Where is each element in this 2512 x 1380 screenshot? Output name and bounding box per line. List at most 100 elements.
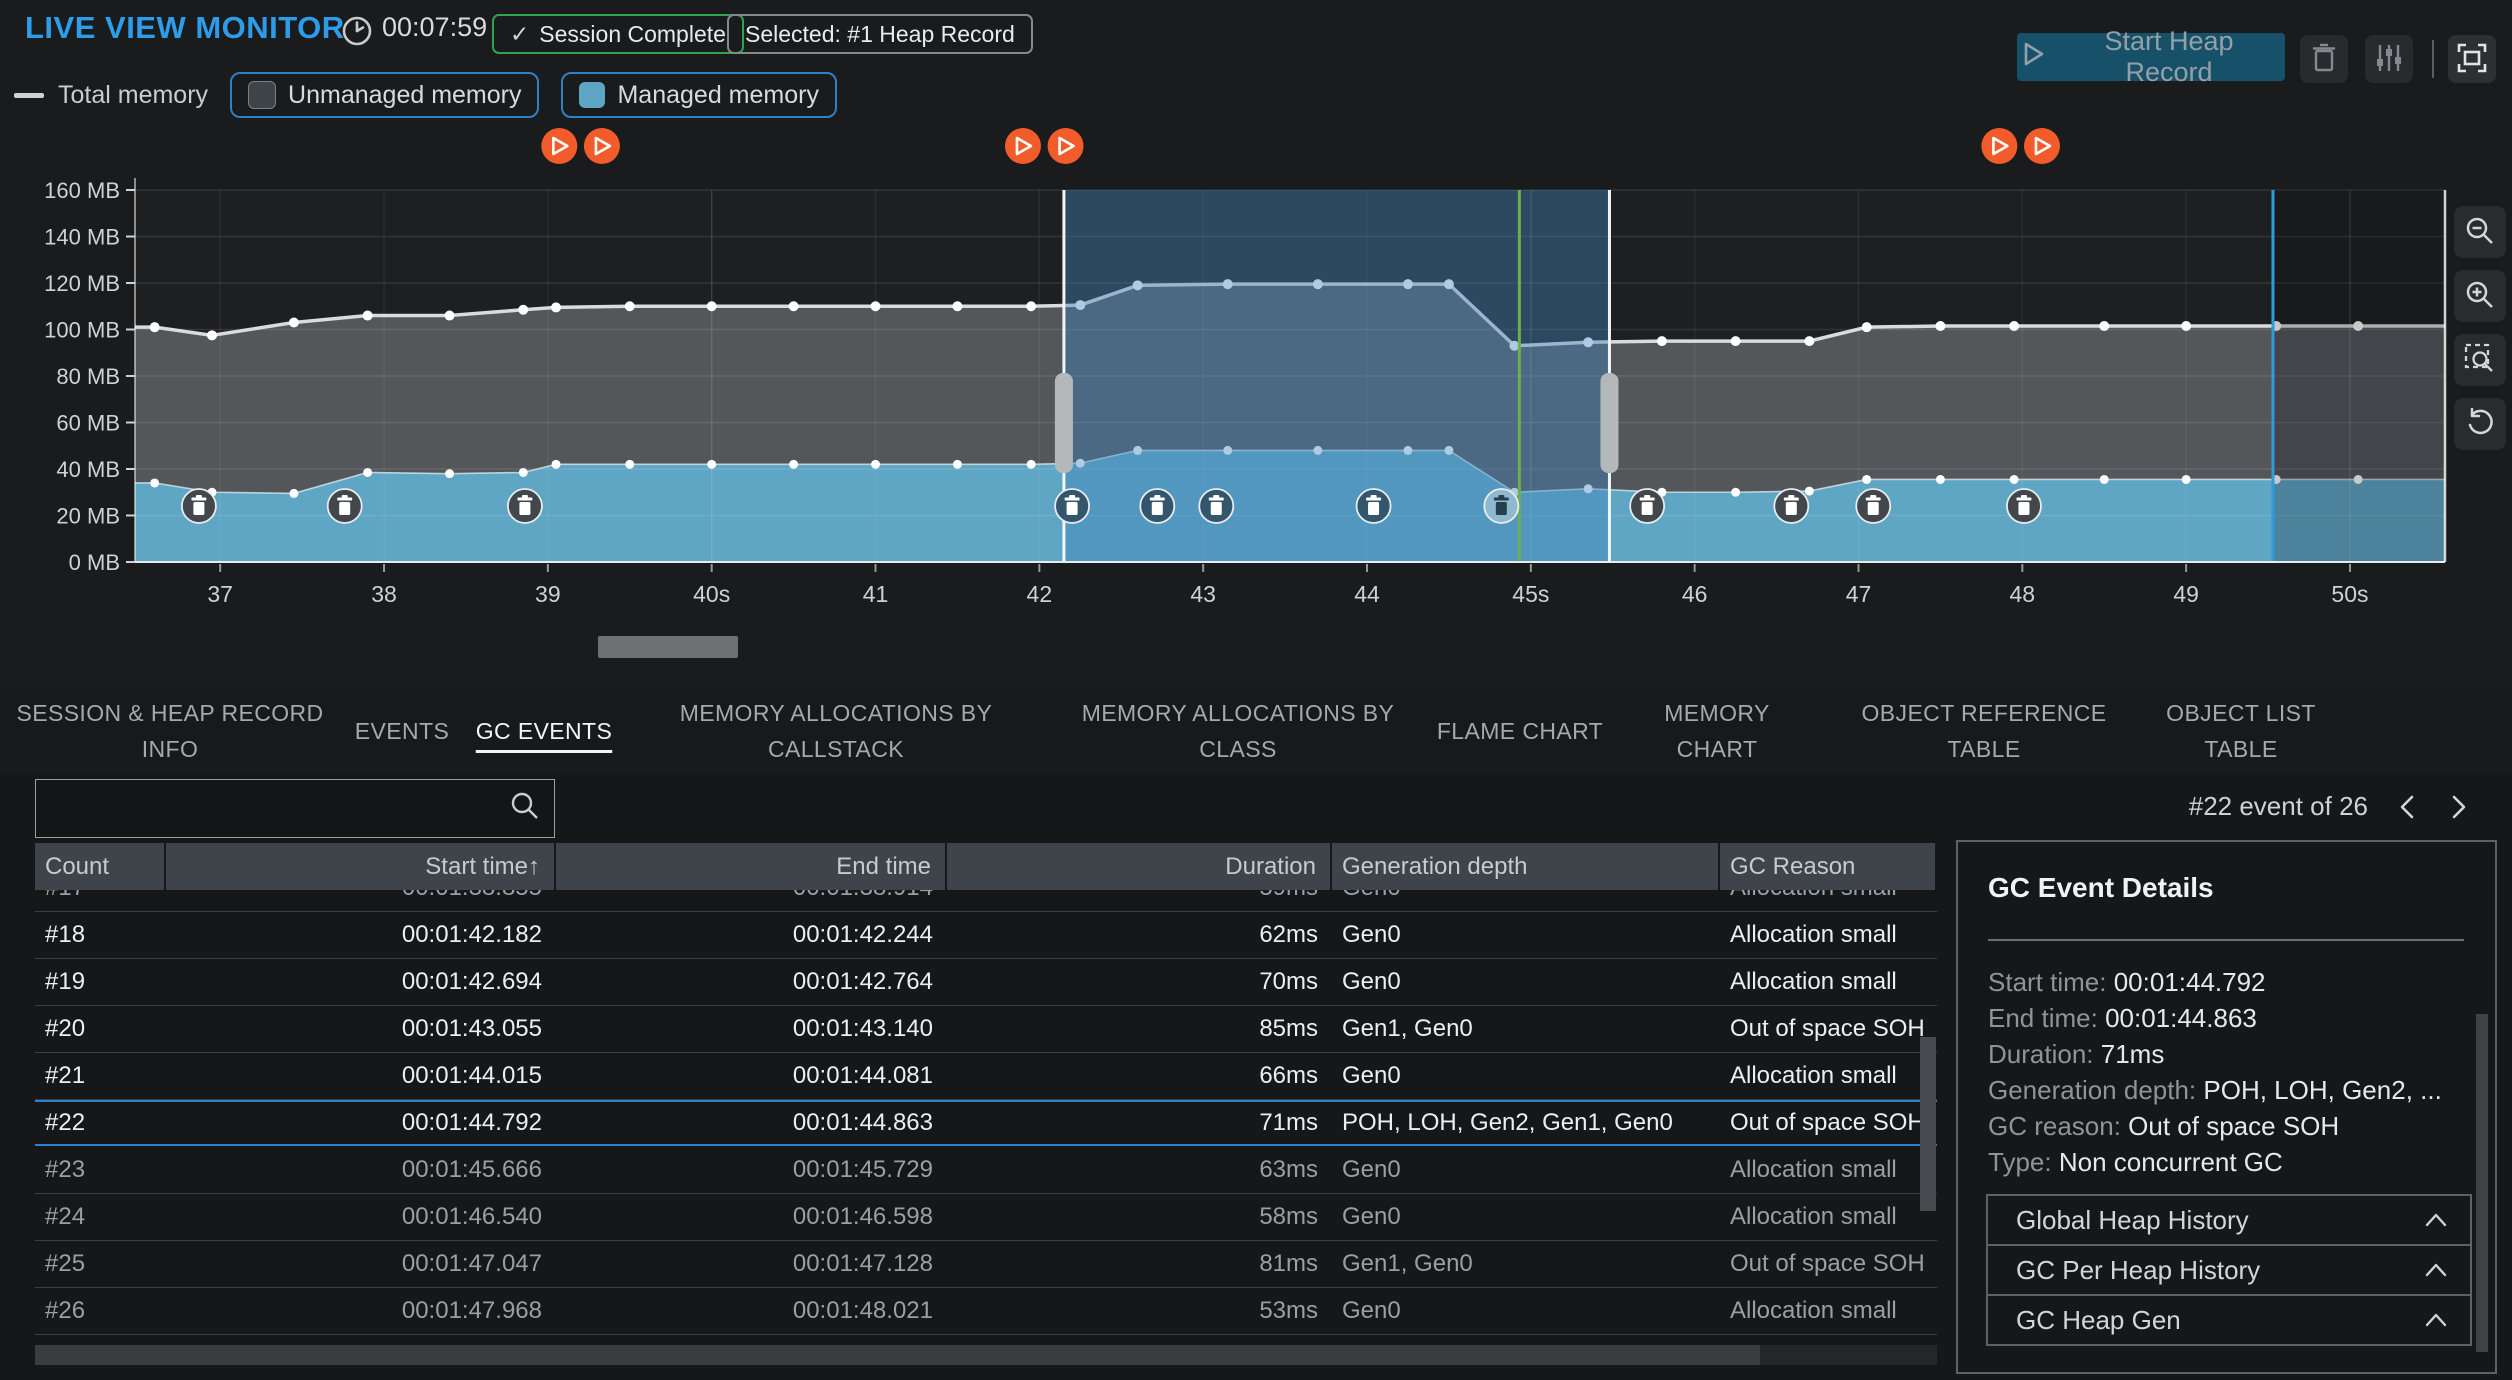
y-axis-label: 20 MB — [56, 504, 120, 529]
previous-event-button[interactable] — [2394, 792, 2420, 822]
detail-field-end-time-: End time: 00:01:44.863 — [1988, 1004, 2442, 1032]
x-axis-label: 43 — [1190, 581, 1216, 607]
chevron-up-icon — [2424, 1211, 2448, 1229]
tab-memory-chart[interactable]: MEMORY CHART — [1622, 690, 1812, 774]
detail-field-duration-: Duration: 71ms — [1988, 1040, 2442, 1068]
table-row-gc-event-17[interactable]: #1700:01:38.85500:01:38.91459msGen0Alloc… — [35, 890, 1937, 912]
gc-event-marker[interactable] — [182, 489, 216, 523]
reset-zoom-icon — [2464, 407, 2496, 442]
details-divider — [1988, 939, 2464, 941]
tab-session-heap-record-info[interactable]: SESSION & HEAP RECORD INFO — [10, 690, 330, 774]
gc-event-marker[interactable] — [1140, 489, 1174, 523]
table-row-gc-event-18[interactable]: #1800:01:42.18200:01:42.24462msGen0Alloc… — [35, 912, 1937, 959]
gc-event-marker-selected[interactable] — [1484, 489, 1518, 523]
x-axis-label: 49 — [2173, 581, 2199, 607]
gc-event-marker[interactable] — [1199, 489, 1233, 523]
session-complete-badge: ✓ Session Complete — [492, 14, 744, 54]
table-horizontal-scrollbar-thumb[interactable] — [35, 1345, 1760, 1365]
gc-event-marker[interactable] — [1856, 489, 1890, 523]
y-axis-label: 100 MB — [44, 318, 120, 343]
details-vertical-scrollbar-thumb[interactable] — [2476, 1014, 2488, 1352]
fullscreen-button[interactable] — [2448, 35, 2496, 83]
table-body: #1700:01:38.85500:01:38.91459msGen0Alloc… — [35, 890, 1937, 1337]
gc-event-marker[interactable] — [328, 489, 362, 523]
table-row-gc-event-20[interactable]: #2000:01:43.05500:01:43.14085msGen1, Gen… — [35, 1006, 1937, 1053]
tab-memory-allocations-by-class[interactable]: MEMORY ALLOCATIONS BY CLASS — [1058, 690, 1418, 774]
table-row-gc-event-22[interactable]: #2200:01:44.79200:01:44.86371msPOH, LOH,… — [35, 1100, 1937, 1147]
chart-horizontal-scrollbar-thumb[interactable] — [598, 636, 738, 658]
memory-timeline-chart[interactable]: 160 MB140 MB120 MB100 MB80 MB60 MB40 MB2… — [0, 115, 2512, 670]
zoom-out-button[interactable] — [2454, 206, 2506, 258]
legend-toggle-managed-memory[interactable]: Managed memory — [561, 72, 836, 118]
table-row-gc-event-26[interactable]: #2600:01:47.96800:01:48.02153msGen0Alloc… — [35, 1288, 1937, 1335]
tab-gc-events[interactable]: GC EVENTS — [474, 690, 614, 774]
table-row-gc-event-25[interactable]: #2500:01:47.04700:01:47.12881msGen1, Gen… — [35, 1241, 1937, 1288]
detail-field-type-: Type: Non concurrent GC — [1988, 1148, 2442, 1176]
gc-events-panel: #22 event of 26 CountStart time ↑End tim… — [0, 775, 2512, 1380]
session-event-marker[interactable] — [2024, 128, 2060, 164]
table-row-gc-event-21[interactable]: #2100:01:44.01500:01:44.08166msGen0Alloc… — [35, 1053, 1937, 1100]
zoom-in-icon — [2464, 279, 2496, 314]
table-row-gc-event-19[interactable]: #1900:01:42.69400:01:42.76470msGen0Alloc… — [35, 959, 1937, 1006]
gc-event-marker[interactable] — [1357, 489, 1391, 523]
managed-memory-swatch-icon — [579, 82, 605, 108]
tab-flame-chart[interactable]: FLAME CHART — [1430, 690, 1610, 774]
gc-event-marker[interactable] — [2007, 489, 2041, 523]
clock-icon — [340, 14, 374, 53]
sort-ascending-icon: ↑ — [528, 853, 540, 881]
y-axis-label: 80 MB — [56, 364, 120, 389]
tab-events[interactable]: EVENTS — [342, 690, 462, 774]
column-header-gc-reason[interactable]: GC Reason — [1720, 843, 1937, 890]
table-row-gc-event-24[interactable]: #2400:01:46.54000:01:46.59858msGen0Alloc… — [35, 1194, 1937, 1241]
column-header-duration[interactable]: Duration — [947, 843, 1332, 890]
zoom-to-selection-icon — [2463, 342, 2497, 379]
search-input[interactable] — [36, 793, 508, 824]
table-row-gc-event-23[interactable]: #2300:01:45.66600:01:45.72963msGen0Alloc… — [35, 1147, 1937, 1194]
unmanaged-memory-swatch-icon — [248, 81, 276, 109]
session-event-marker[interactable] — [1005, 128, 1041, 164]
x-axis-label: 44 — [1354, 581, 1380, 607]
session-complete-label: Session Complete — [539, 21, 726, 48]
column-header-count[interactable]: Count — [35, 843, 166, 890]
page-title: LIVE VIEW MONITOR — [25, 10, 345, 46]
gc-event-marker[interactable] — [1630, 489, 1664, 523]
table-vertical-scrollbar-thumb[interactable] — [1920, 1037, 1936, 1211]
delete-session-button[interactable] — [2300, 35, 2348, 83]
selection-handle-right[interactable] — [1600, 373, 1618, 473]
tabs: SESSION & HEAP RECORD INFOEVENTSGC EVENT… — [10, 690, 2326, 774]
session-event-marker[interactable] — [584, 128, 620, 164]
legend-toggle-unmanaged-memory[interactable]: Unmanaged memory — [230, 72, 539, 118]
zoom-in-button[interactable] — [2454, 270, 2506, 322]
x-axis-label: 47 — [1846, 581, 1872, 607]
accordion-global-heap-history[interactable]: Global Heap History — [1986, 1194, 2472, 1246]
tab-memory-allocations-by-callstack[interactable]: MEMORY ALLOCATIONS BY CALLSTACK — [626, 690, 1046, 774]
next-event-button[interactable] — [2446, 792, 2472, 822]
tab-object-list-table[interactable]: OBJECT LIST TABLE — [2156, 690, 2326, 774]
session-event-marker[interactable] — [1981, 128, 2017, 164]
live-view-monitor-app: LIVE VIEW MONITOR 00:07:59 ✓ Session Com… — [0, 0, 2512, 1380]
start-heap-record-button[interactable]: Start Heap Record — [2017, 33, 2285, 81]
detail-field-gc-reason-: GC reason: Out of space SOH — [1988, 1112, 2442, 1140]
reset-zoom-button[interactable] — [2454, 398, 2506, 450]
session-event-marker[interactable] — [1048, 128, 1084, 164]
gc-event-marker[interactable] — [508, 489, 542, 523]
table-header: CountStart time ↑End timeDurationGenerat… — [35, 843, 1937, 890]
total-memory-line-icon — [14, 93, 44, 98]
chart-settings-button[interactable] — [2365, 35, 2413, 83]
accordion-gc-heap-gen[interactable]: GC Heap Gen — [1986, 1294, 2472, 1346]
header-divider — [2432, 40, 2434, 78]
column-header-end-time[interactable]: End time — [556, 843, 947, 890]
selection-handle-left[interactable] — [1055, 373, 1073, 473]
tab-object-reference-table[interactable]: OBJECT REFERENCE TABLE — [1824, 690, 2144, 774]
details-title: GC Event Details — [1988, 872, 2214, 904]
session-event-marker[interactable] — [541, 128, 577, 164]
accordion-gc-per-heap-history[interactable]: GC Per Heap History — [1986, 1244, 2472, 1296]
gc-event-marker[interactable] — [1774, 489, 1808, 523]
column-header-start-time[interactable]: Start time ↑ — [166, 843, 556, 890]
sliders-icon — [2373, 42, 2405, 77]
column-header-generation-depth[interactable]: Generation depth — [1332, 843, 1720, 890]
fullscreen-icon — [2456, 42, 2488, 77]
gc-event-marker[interactable] — [1055, 489, 1089, 523]
zoom-to-selection-button[interactable] — [2454, 334, 2506, 386]
y-axis-label: 160 MB — [44, 178, 120, 203]
